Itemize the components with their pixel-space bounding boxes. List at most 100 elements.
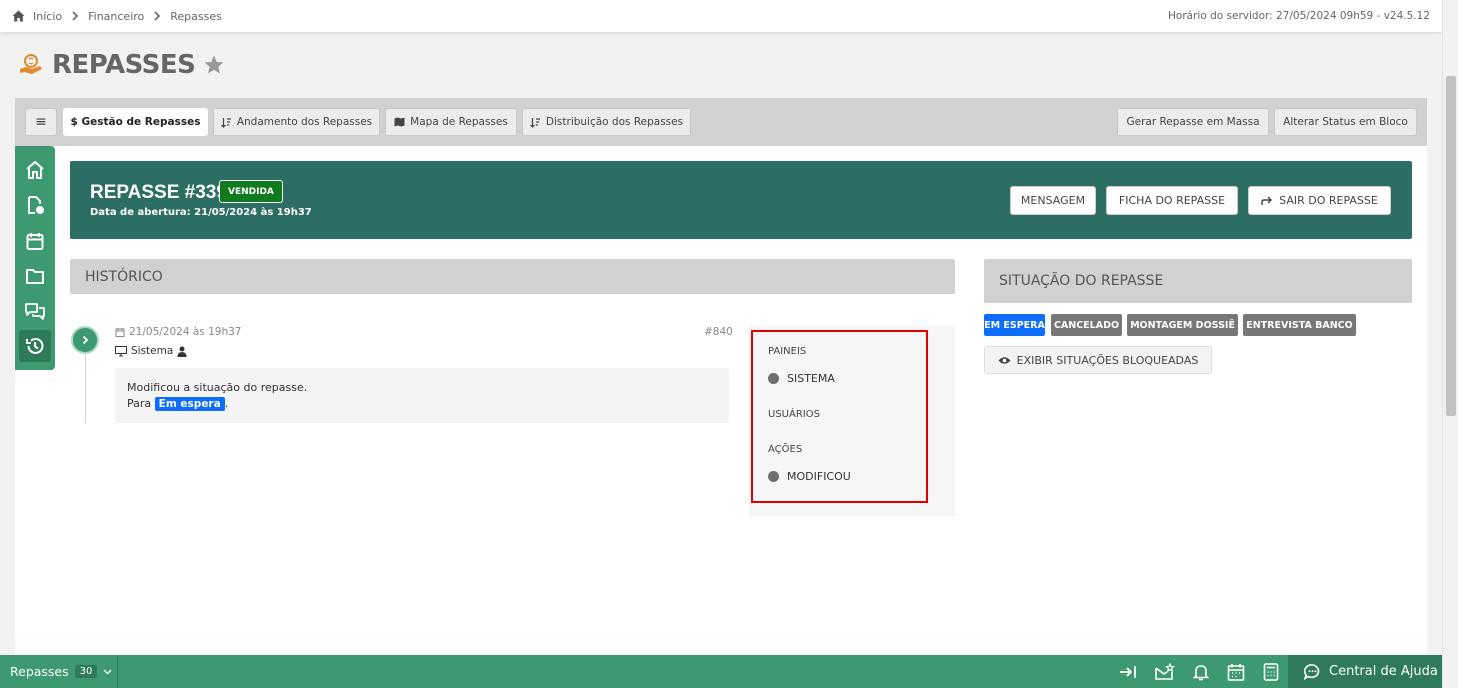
calculator-icon[interactable] — [1263, 662, 1279, 681]
situacao-em-espera[interactable]: EM ESPERA — [984, 314, 1045, 336]
server-time: Horário do servidor: 27/05/2024 09h59 - … — [1168, 10, 1430, 22]
nav-calendar[interactable] — [19, 225, 51, 257]
chevron-right-icon — [154, 11, 161, 21]
tab-andamento-repasses[interactable]: Andamento dos Repasses — [213, 108, 380, 136]
breadcrumb-financeiro[interactable]: Financeiro — [88, 10, 144, 23]
nav-document[interactable] — [19, 189, 51, 221]
entry-author-name: Sistema — [131, 345, 174, 357]
share-arrow-icon — [1261, 196, 1273, 205]
ficha-repasse-button[interactable]: FICHA DO REPASSE — [1106, 186, 1238, 215]
top-bar: Início Financeiro Repasses Horário do se… — [0, 0, 1442, 32]
eye-icon — [998, 356, 1011, 364]
circle-icon — [768, 373, 779, 384]
help-label: Central de Ajuda — [1329, 664, 1438, 679]
breadcrumb-repasses[interactable]: Repasses — [170, 10, 222, 23]
filter-label-paineis: PAINEIS — [768, 346, 807, 357]
breadcrumb: Início Financeiro Repasses — [12, 10, 222, 23]
button-label: FICHA DO REPASSE — [1118, 194, 1226, 207]
page-title: REPASSES — [18, 50, 225, 80]
entry-prefix: Para — [127, 397, 152, 410]
sort-icon — [529, 117, 540, 128]
situacao-header: SITUAÇÃO DO REPASSE — [984, 259, 1412, 303]
button-label: EXIBIR SITUAÇÕES BLOQUEADAS — [1016, 353, 1199, 367]
repasse-header: REPASSE #339 VENDIDA Data de abertura: 2… — [70, 161, 1412, 239]
situacao-entrevista-banco[interactable]: ENTREVISTA BANCO — [1243, 314, 1356, 336]
tab-label: Andamento dos Repasses — [236, 116, 373, 128]
page-scrollbar[interactable] — [1442, 0, 1458, 688]
entry-text: Modificou a situação do repasse. — [127, 381, 308, 394]
section-title: SITUAÇÃO DO REPASSE — [999, 273, 1164, 289]
situacao-cancelado[interactable]: CANCELADO — [1051, 314, 1122, 336]
map-icon — [394, 117, 405, 127]
filter-item-label: SISTEMA — [787, 372, 835, 385]
nav-home[interactable] — [19, 154, 51, 186]
star-icon[interactable] — [203, 54, 225, 76]
user-icon — [177, 346, 187, 357]
monitor-icon — [115, 345, 127, 356]
gerar-repasse-massa-button[interactable]: Gerar Repasse em Massa — [1117, 108, 1269, 136]
filter-label-acoes: AÇÕES — [768, 444, 803, 455]
button-label: Gerar Repasse em Massa — [1126, 116, 1260, 128]
button-label: SAIR DO REPASSE — [1279, 194, 1378, 207]
nav-folder[interactable] — [19, 260, 51, 292]
history-icon — [26, 337, 44, 354]
sort-icon — [220, 117, 231, 128]
nav-history[interactable] — [19, 330, 51, 362]
status-badge: VENDIDA — [219, 180, 283, 203]
folder-icon — [26, 269, 44, 284]
entry-text-target: Para Em espera. — [127, 396, 717, 412]
badge-label: CANCELADO — [1053, 319, 1120, 331]
tab-gestao-repasses[interactable]: $ Gestão de Repasses — [63, 108, 208, 136]
breadcrumb-inicio[interactable]: Início — [33, 10, 62, 23]
menu-toggle-button[interactable]: ≡ — [25, 108, 57, 136]
mail-star-icon[interactable] — [1155, 662, 1175, 681]
status-tag: Em espera — [154, 397, 225, 411]
module-name: Repasses — [10, 664, 69, 679]
tab-label: Distribuição dos Repasses — [545, 116, 684, 128]
hand-money-icon — [20, 54, 42, 74]
chevron-right-icon — [72, 11, 79, 21]
collapse-right-icon[interactable] — [1119, 664, 1137, 680]
tab-mapa-repasses[interactable]: Mapa de Repasses — [385, 108, 517, 136]
filter-item-sistema[interactable]: SISTEMA — [768, 372, 835, 385]
button-label: Alterar Status em Bloco — [1283, 116, 1408, 128]
button-label: MENSAGEM — [1020, 194, 1086, 207]
help-center-button[interactable]: Central de Ajuda — [1288, 655, 1442, 688]
entry-date: 21/05/2024 às 19h37 — [115, 326, 241, 338]
badge-label: ENTREVISTA BANCO — [1246, 319, 1353, 331]
tab-distribuicao-repasses[interactable]: Distribuição dos Repasses — [522, 108, 691, 136]
chevron-right-icon — [82, 335, 89, 345]
tab-label: $ Gestão de Repasses — [70, 116, 201, 128]
badge-label: EM ESPERA — [984, 319, 1045, 331]
filter-item-label: MODIFICOU — [787, 470, 851, 483]
entry-message: Modificou a situação do repasse. Para Em… — [115, 368, 729, 423]
bell-icon[interactable] — [1193, 663, 1209, 681]
hamburger-icon: ≡ — [35, 114, 47, 130]
repasse-title: REPASSE #339 — [90, 182, 227, 203]
mensagem-button[interactable]: MENSAGEM — [1010, 186, 1096, 215]
nav-chat[interactable] — [19, 295, 51, 327]
chevron-down-icon — [103, 669, 112, 675]
badge-label: MONTAGEM DOSSIÊ — [1130, 319, 1235, 331]
sair-repasse-button[interactable]: SAIR DO REPASSE — [1248, 186, 1391, 215]
timeline-expand-button[interactable] — [71, 326, 99, 354]
tab-bar: ≡ $ Gestão de Repasses Andamento dos Rep… — [15, 98, 1427, 146]
history-filters: PAINEIS SISTEMA USUÁRIOS AÇÕES MODIFICOU — [749, 326, 955, 516]
chat-bubble-icon — [1304, 663, 1320, 680]
circle-icon — [768, 471, 779, 482]
module-selector[interactable]: Repasses 30 — [0, 655, 118, 688]
file-clock-icon — [28, 196, 44, 214]
tab-label: Mapa de Repasses — [410, 116, 508, 128]
calendar-icon — [26, 233, 44, 250]
calendar-grid-icon[interactable] — [1227, 663, 1245, 681]
home-icon — [26, 161, 44, 179]
entry-date-text: 21/05/2024 às 19h37 — [129, 326, 242, 338]
bottom-icons — [1119, 655, 1279, 688]
situacao-montagem-dossie[interactable]: MONTAGEM DOSSIÊ — [1127, 314, 1238, 336]
alterar-status-bloco-button[interactable]: Alterar Status em Bloco — [1274, 108, 1417, 136]
exibir-bloqueadas-button[interactable]: EXIBIR SITUAÇÕES BLOQUEADAS — [984, 346, 1212, 374]
historico-header: HISTÓRICO — [70, 259, 955, 294]
scrollbar-thumb[interactable] — [1446, 76, 1456, 416]
page-title-text: REPASSES — [52, 50, 196, 80]
filter-item-modificou[interactable]: MODIFICOU — [768, 470, 851, 483]
